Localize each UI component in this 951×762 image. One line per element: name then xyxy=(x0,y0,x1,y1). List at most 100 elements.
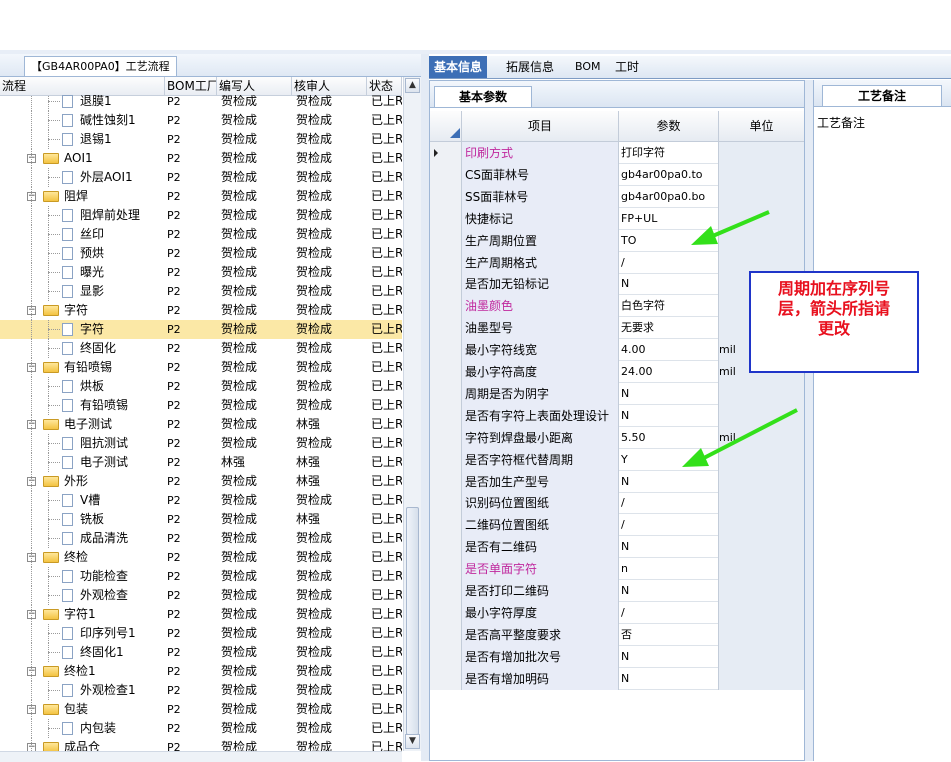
parameter-row[interactable]: 是否加无铅标记 N xyxy=(430,273,804,296)
parameter-row[interactable]: 快捷标记 FP+UL xyxy=(430,207,804,230)
row-indicator[interactable] xyxy=(430,536,462,559)
tree-row[interactable]: 功能检查 P2 贺检成 贺检成 已上R xyxy=(0,567,402,586)
row-indicator[interactable] xyxy=(430,492,462,515)
tab-process-flow[interactable]: 【GB4AR00PA0】工艺流程 xyxy=(24,56,177,76)
row-indicator[interactable] xyxy=(430,207,462,230)
tree-row[interactable]: − 字符1 P2 贺检成 贺检成 已上R xyxy=(0,605,402,624)
row-indicator[interactable] xyxy=(430,514,462,537)
parameter-row[interactable]: 是否有增加明码 N xyxy=(430,667,804,690)
tree-row[interactable]: − 成品仓 P2 贺检成 贺检成 已上R xyxy=(0,738,402,751)
parameter-row[interactable]: 字符到焊盘最小距离 5.50 mil xyxy=(430,426,804,449)
tree-row[interactable]: − 终检1 P2 贺检成 贺检成 已上R xyxy=(0,662,402,681)
row-indicator[interactable] xyxy=(430,426,462,449)
tree-row[interactable]: − 电子测试 P2 贺检成 林强 已上R xyxy=(0,415,402,434)
tree-row[interactable]: − 终检 P2 贺检成 贺检成 已上R xyxy=(0,548,402,567)
grid-header-item[interactable]: 项目 xyxy=(462,111,619,142)
param-value-cell[interactable]: 无要求 xyxy=(619,317,719,340)
param-value-cell[interactable]: gb4ar00pa0.bo xyxy=(619,185,719,208)
scroll-down-icon[interactable]: ▼ xyxy=(405,734,420,749)
tree-row[interactable]: 外观检查1 P2 贺检成 贺检成 已上R xyxy=(0,681,402,700)
column-header-writer[interactable]: 编写人 xyxy=(217,77,292,95)
tree-row[interactable]: 电子测试 P2 林强 林强 已上R xyxy=(0,453,402,472)
parameter-row[interactable]: 油墨颜色 白色字符 xyxy=(430,295,804,318)
row-indicator[interactable] xyxy=(430,404,462,427)
row-indicator[interactable] xyxy=(430,185,462,208)
parameter-row[interactable]: 二维码位置图纸 / xyxy=(430,514,804,537)
tab-process-remark[interactable]: 工艺备注 xyxy=(822,85,942,106)
parameter-row[interactable]: 最小字符高度 24.00 mil xyxy=(430,361,804,383)
parameter-row[interactable]: 是否有增加批次号 N xyxy=(430,645,804,668)
param-value-cell[interactable]: FP+UL xyxy=(619,207,719,230)
parameter-row[interactable]: 最小字符厚度 / xyxy=(430,601,804,624)
param-value-cell[interactable]: N xyxy=(619,273,719,296)
param-value-cell[interactable]: gb4ar00pa0.to xyxy=(619,163,719,186)
scroll-up-icon[interactable]: ▲ xyxy=(405,78,420,93)
parameter-row[interactable]: SS面菲林号 gb4ar00pa0.bo xyxy=(430,185,804,208)
param-value-cell[interactable]: TO xyxy=(619,229,719,252)
tree-row[interactable]: 终固化 P2 贺检成 贺检成 已上R xyxy=(0,339,402,358)
param-value-cell[interactable]: N xyxy=(619,470,719,493)
param-value-cell[interactable]: Y xyxy=(619,448,719,471)
row-indicator[interactable] xyxy=(430,142,462,164)
parameter-row[interactable]: 周期是否为阴字 N xyxy=(430,382,804,405)
tree-row[interactable]: 显影 P2 贺检成 贺检成 已上R xyxy=(0,282,402,301)
tree-row[interactable]: − 字符 P2 贺检成 贺检成 已上R xyxy=(0,301,402,320)
parameter-row[interactable]: 最小字符线宽 4.00 mil xyxy=(430,339,804,362)
tree-row[interactable]: 内包装 P2 贺检成 贺检成 已上R xyxy=(0,719,402,738)
tree-row[interactable]: 外观检查 P2 贺检成 贺检成 已上R xyxy=(0,586,402,605)
row-indicator[interactable] xyxy=(430,580,462,602)
tab-bom[interactable]: BOM xyxy=(570,56,606,78)
param-value-cell[interactable]: 4.00 xyxy=(619,339,719,362)
tree-row[interactable]: − 阻焊 P2 贺检成 贺检成 已上R xyxy=(0,187,402,206)
tab-work-hours[interactable]: 工时 xyxy=(610,56,644,78)
tree-row[interactable]: 退膜1 P2 贺检成 贺检成 已上R xyxy=(0,95,402,111)
row-indicator[interactable] xyxy=(430,229,462,252)
scroll-thumb[interactable] xyxy=(406,507,419,735)
tree-row[interactable]: 阻抗测试 P2 贺检成 贺检成 已上R xyxy=(0,434,402,453)
tree-row[interactable]: − 外形 P2 贺检成 林强 已上R xyxy=(0,472,402,491)
row-indicator[interactable] xyxy=(430,163,462,186)
param-value-cell[interactable]: N xyxy=(619,645,719,668)
parameter-row[interactable]: 生产周期格式 / xyxy=(430,251,804,274)
row-indicator[interactable] xyxy=(430,339,462,362)
param-value-cell[interactable]: / xyxy=(619,251,719,274)
row-indicator[interactable] xyxy=(430,361,462,383)
param-value-cell[interactable]: / xyxy=(619,492,719,515)
param-value-cell[interactable]: N xyxy=(619,580,719,602)
tree-row[interactable]: V槽 P2 贺检成 贺检成 已上R xyxy=(0,491,402,510)
grid-header-param[interactable]: 参数 xyxy=(619,111,719,142)
column-header-reviewer[interactable]: 核审人 xyxy=(292,77,367,95)
tab-basic-params[interactable]: 基本参数 xyxy=(434,86,532,107)
parameter-row[interactable]: 是否字符框代替周期 Y xyxy=(430,448,804,471)
tree-row[interactable]: 外层AOI1 P2 贺检成 贺检成 已上R xyxy=(0,168,402,187)
row-indicator[interactable] xyxy=(430,470,462,493)
tree-horizontal-scrollbar[interactable] xyxy=(0,751,402,762)
row-indicator[interactable] xyxy=(430,667,462,690)
row-indicator[interactable] xyxy=(430,623,462,646)
parameter-row[interactable]: 是否高平整度要求否 xyxy=(430,623,804,646)
param-value-cell[interactable]: 否 xyxy=(619,623,719,646)
vertical-splitter-right[interactable] xyxy=(805,80,813,761)
parameter-row[interactable]: 是否打印二维码 N xyxy=(430,580,804,602)
tree-row[interactable]: 终固化1 P2 贺检成 贺检成 已上R xyxy=(0,643,402,662)
tree-row[interactable]: − 有铅喷锡 P2 贺检成 贺检成 已上R xyxy=(0,358,402,377)
tree-row[interactable]: 曝光 P2 贺检成 贺检成 已上R xyxy=(0,263,402,282)
parameter-row[interactable]: 是否有二维码 N xyxy=(430,536,804,559)
tree-vertical-scrollbar[interactable]: ▲ ▼ xyxy=(403,77,421,751)
parameter-row[interactable]: 印刷方式 打印字符 xyxy=(430,142,804,164)
tree-row[interactable]: − AOI1 P2 贺检成 贺检成 已上R xyxy=(0,149,402,168)
remark-text-area[interactable]: 工艺备注 xyxy=(817,114,865,131)
param-value-cell[interactable]: 白色字符 xyxy=(619,295,719,318)
tree-row[interactable]: 字符 P2 贺检成 贺检成 已上R xyxy=(0,320,402,339)
row-indicator[interactable] xyxy=(430,601,462,624)
param-value-cell[interactable]: / xyxy=(619,601,719,624)
tree-row[interactable]: 预烘 P2 贺检成 贺检成 已上R xyxy=(0,244,402,263)
parameter-row[interactable]: 生产周期位置 TO xyxy=(430,229,804,252)
tree-row[interactable]: 碱性蚀刻1 P2 贺检成 贺检成 已上R xyxy=(0,111,402,130)
row-indicator[interactable] xyxy=(430,448,462,471)
parameter-row[interactable]: 是否单面字符 n xyxy=(430,558,804,581)
tree-row[interactable]: 丝印 P2 贺检成 贺检成 已上R xyxy=(0,225,402,244)
row-indicator[interactable] xyxy=(430,382,462,405)
tree-row[interactable]: 成品清洗 P2 贺检成 贺检成 已上R xyxy=(0,529,402,548)
param-value-cell[interactable]: N xyxy=(619,382,719,405)
